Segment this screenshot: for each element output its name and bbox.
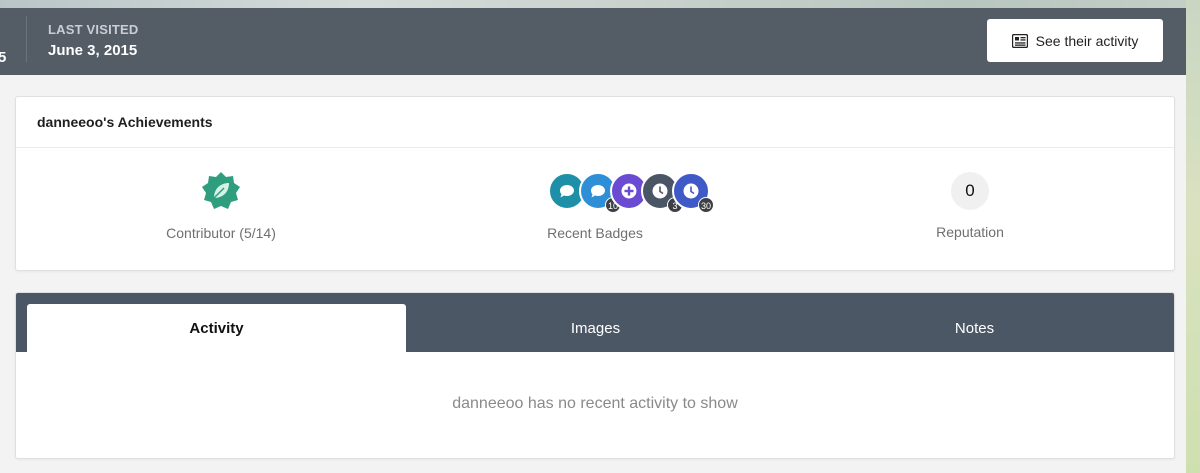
achievements-title: danneeoo's Achievements	[37, 114, 213, 130]
tab-activity[interactable]: Activity	[27, 304, 406, 352]
chat-icon	[591, 184, 605, 197]
badge-list: 10 3 30	[510, 171, 714, 213]
plus-circle-icon	[621, 183, 637, 199]
clock-icon	[683, 183, 699, 199]
rank-label: Contributor (5/14)	[166, 225, 276, 241]
reputation-value: 0	[951, 172, 989, 210]
background-edge	[1186, 0, 1200, 473]
see-activity-button[interactable]: See their activity	[987, 19, 1163, 62]
achievements-divider	[16, 147, 1174, 148]
clock-icon	[652, 183, 668, 199]
activity-feed-icon	[1011, 33, 1028, 48]
reputation: 0 Reputation	[820, 171, 1120, 240]
last-visited-label: LAST VISITED	[48, 22, 139, 37]
tab-images[interactable]: Images	[406, 304, 785, 352]
last-visited-value: June 3, 2015	[48, 42, 138, 59]
profile-stats-bar: 5 LAST VISITED June 3, 2015 See their ac…	[0, 8, 1186, 75]
badge-count: 30	[698, 197, 714, 213]
leaf-rank-icon	[71, 171, 371, 211]
stat-divider	[26, 16, 27, 62]
recent-badges-label: Recent Badges	[547, 225, 643, 241]
clock-badge[interactable]: 30	[672, 172, 714, 213]
profile-tabs-card: Activity Images Notes danneeoo has no re…	[15, 292, 1175, 459]
tab-bar: Activity Images Notes	[16, 293, 1174, 352]
partial-stat-value: 5	[0, 49, 7, 66]
chat-icon	[560, 184, 574, 197]
tab-notes[interactable]: Notes	[785, 304, 1164, 352]
see-activity-label: See their activity	[1035, 32, 1139, 49]
achievements-card: danneeoo's Achievements Contributor (5/1…	[15, 96, 1175, 271]
cover-photo	[0, 0, 1200, 8]
recent-badges: 10 3 30 Recent Badges	[445, 171, 745, 241]
reputation-label: Reputation	[936, 224, 1004, 240]
empty-activity-message: danneeoo has no recent activity to show	[452, 395, 738, 412]
rank-achievement[interactable]: Contributor (5/14)	[71, 171, 371, 241]
last-visited-stat: LAST VISITED June 3, 2015	[48, 22, 139, 59]
